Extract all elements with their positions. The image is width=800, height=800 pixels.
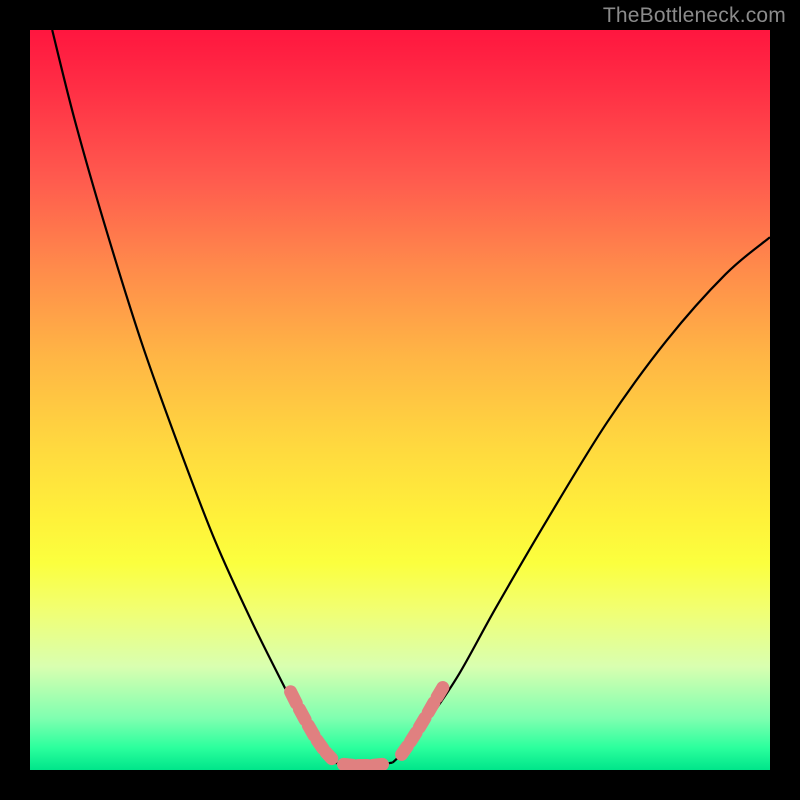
watermark-text: TheBottleneck.com — [603, 4, 786, 28]
highlight-dash — [299, 709, 305, 719]
highlight-dash — [317, 740, 323, 748]
highlight-dash — [373, 764, 382, 765]
highlight-dash — [419, 718, 425, 727]
highlight-dash — [428, 703, 434, 713]
highlight-dash — [291, 692, 297, 703]
highlight-dash — [410, 733, 416, 742]
highlight-dash — [308, 725, 314, 735]
plot-area — [30, 30, 770, 770]
curve-curve-right — [393, 237, 770, 762]
highlight-dash — [402, 746, 408, 754]
chart-svg — [30, 30, 770, 770]
chart-frame: TheBottleneck.com — [0, 0, 800, 800]
highlight-dash — [326, 752, 332, 758]
curve-curve-left — [52, 30, 333, 763]
highlight-dash — [343, 764, 352, 765]
highlight-dash — [437, 688, 443, 697]
